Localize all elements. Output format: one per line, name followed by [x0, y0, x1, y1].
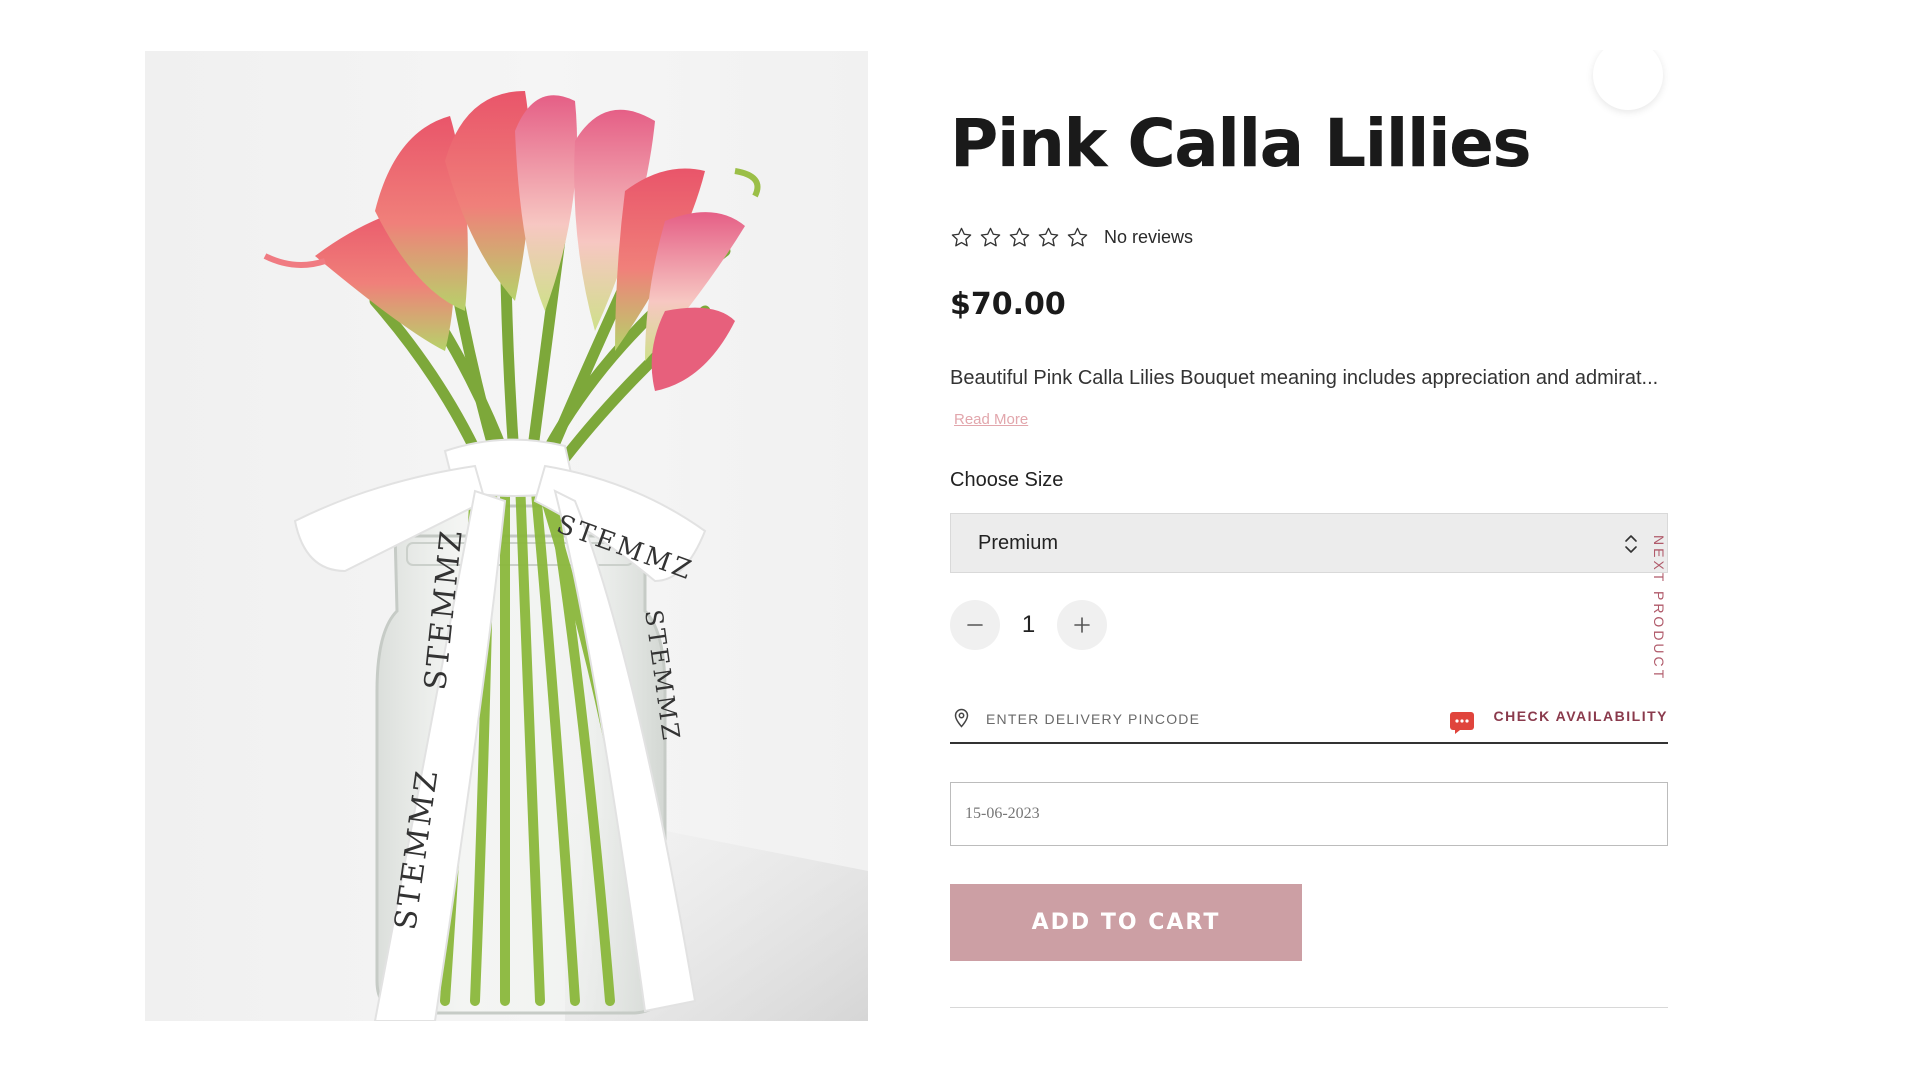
up-down-chevron-icon — [1623, 532, 1639, 556]
wishlist-circle-button[interactable] — [1583, 40, 1673, 110]
product-price: $70.00 — [950, 287, 1066, 322]
calla-lily-bouquet-illustration: STEMMZ STEMMZ STEMMZ STEMMZ — [263, 91, 868, 1021]
product-title: Pink Calla Lillies — [950, 105, 1532, 182]
plus-icon — [1074, 617, 1090, 633]
add-to-cart-button[interactable]: ADD TO CART — [950, 884, 1302, 961]
reviews-count-text: No reviews — [1104, 227, 1194, 247]
quantity-value[interactable]: 1 — [1000, 611, 1057, 639]
check-availability-button[interactable]: CHECK AVAILABILITY — [1493, 708, 1668, 724]
rating-row: No reviews — [950, 226, 1193, 249]
star-outline-icon — [1008, 226, 1031, 249]
minus-icon — [967, 624, 983, 626]
star-outline-icon — [1066, 226, 1089, 249]
description-text: Beautiful Pink Calla Lilies Bouquet mean… — [950, 367, 1659, 389]
star-outline-icon — [950, 226, 973, 249]
product-description: Beautiful Pink Calla Lilies Bouquet mean… — [950, 358, 1670, 440]
size-label: Choose Size — [950, 469, 1064, 491]
chat-bubble-icon[interactable] — [1449, 711, 1475, 735]
size-select[interactable]: Premium — [950, 513, 1668, 573]
quantity-stepper: 1 — [950, 600, 1107, 650]
next-product-link[interactable]: NEXT PRODUCT — [1651, 535, 1667, 681]
size-selected-value: Premium — [978, 531, 1059, 554]
star-outline-icon — [979, 226, 1002, 249]
divider — [950, 1007, 1668, 1008]
decrease-quantity-button[interactable] — [950, 600, 1000, 650]
map-pin-icon — [953, 708, 970, 728]
pincode-input[interactable] — [986, 706, 1366, 732]
star-outline-icon — [1037, 226, 1060, 249]
star-rating — [950, 226, 1089, 249]
increase-quantity-button[interactable] — [1057, 600, 1107, 650]
delivery-date-field[interactable]: 15-06-2023 — [950, 782, 1668, 846]
read-more-link[interactable]: Read More — [954, 411, 1028, 428]
product-image: STEMMZ STEMMZ STEMMZ STEMMZ — [145, 51, 868, 1021]
delivery-pincode-row: CHECK AVAILABILITY — [950, 700, 1668, 744]
